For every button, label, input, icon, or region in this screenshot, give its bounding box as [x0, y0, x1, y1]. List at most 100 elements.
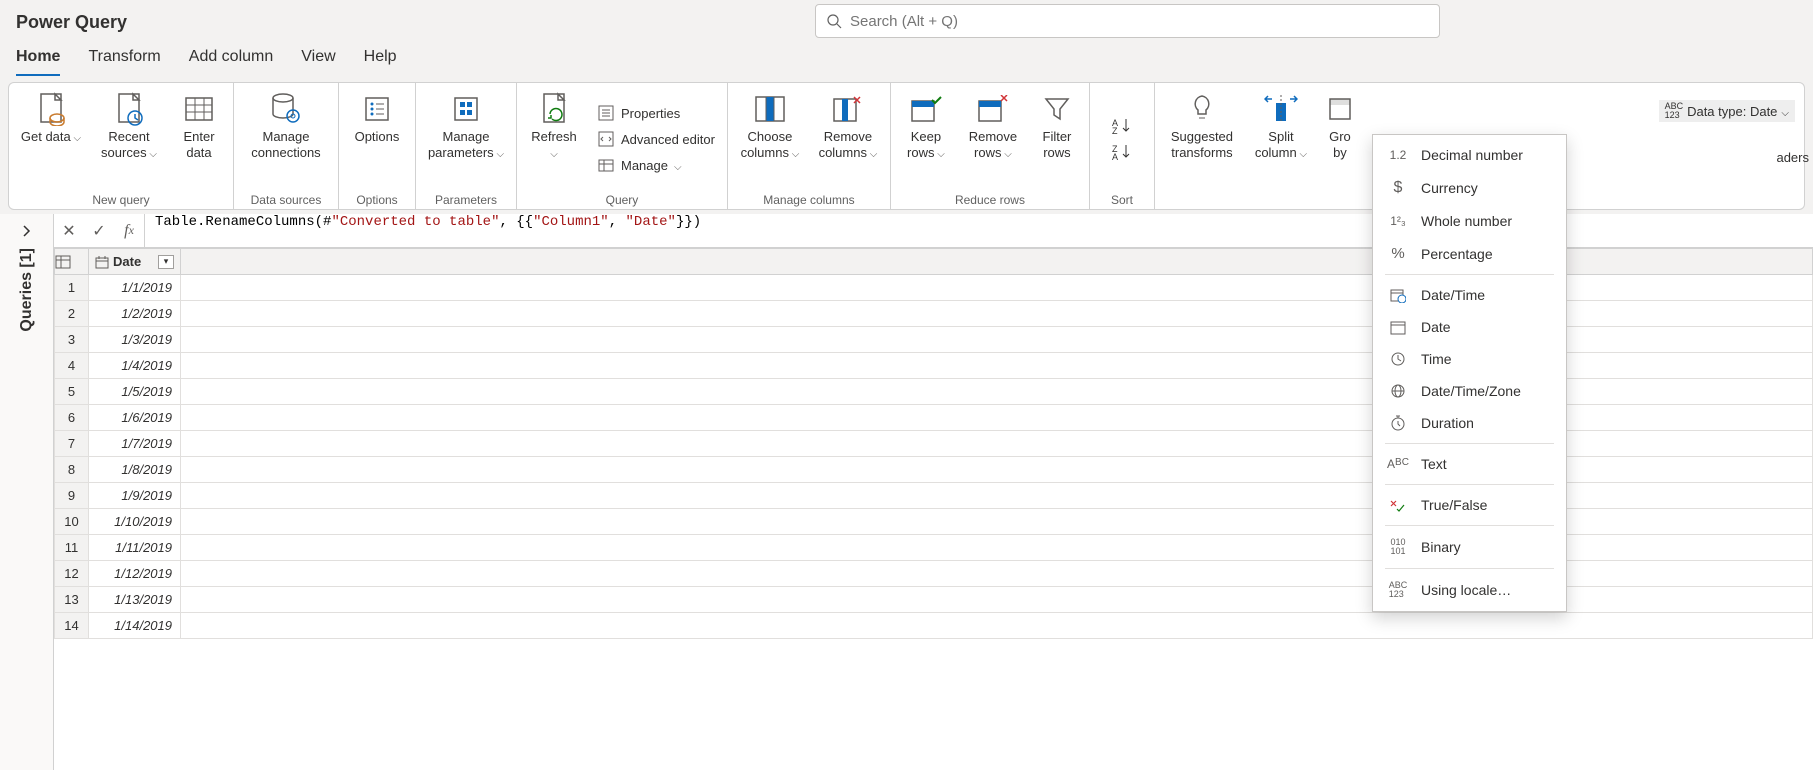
date-cell[interactable]: 1/4/2019	[89, 353, 181, 379]
row-header[interactable]: 11	[55, 535, 89, 561]
search-icon	[826, 13, 842, 29]
properties-button[interactable]: Properties	[591, 101, 721, 125]
row-header[interactable]: 4	[55, 353, 89, 379]
sort-desc-button[interactable]: ZA	[1106, 140, 1138, 164]
type-percentage[interactable]: %Percentage	[1373, 237, 1566, 270]
type-currency[interactable]: $Currency	[1373, 171, 1566, 205]
options-button[interactable]: Options	[345, 87, 409, 191]
data-type-button[interactable]: ABC123 Data type: Date	[1659, 100, 1795, 122]
type-time[interactable]: Time	[1373, 343, 1566, 375]
split-column-button[interactable]: Split column	[1249, 87, 1313, 207]
duration-icon	[1387, 415, 1409, 431]
date-cell[interactable]: 1/5/2019	[89, 379, 181, 405]
manage-connections-button[interactable]: Manage connections	[240, 87, 332, 191]
row-header[interactable]: 7	[55, 431, 89, 457]
options-icon	[363, 95, 391, 123]
row-header[interactable]: 9	[55, 483, 89, 509]
table-row[interactable]: 141/14/2019	[55, 613, 1813, 639]
tab-transform[interactable]: Transform	[88, 48, 160, 76]
remove-rows-button[interactable]: Remove rows	[961, 87, 1025, 191]
advanced-editor-button[interactable]: Advanced editor	[591, 127, 721, 151]
date-cell[interactable]: 1/14/2019	[89, 613, 181, 639]
filter-icon	[1044, 95, 1070, 123]
column-header-date[interactable]: Date ▾	[89, 249, 181, 275]
manage-icon	[597, 156, 615, 174]
row-header[interactable]: 3	[55, 327, 89, 353]
keep-rows-button[interactable]: Keep rows	[897, 87, 955, 191]
date-cell[interactable]: 1/2/2019	[89, 301, 181, 327]
type-text[interactable]: ABCText	[1373, 448, 1566, 480]
remove-columns-button[interactable]: Remove columns	[812, 87, 884, 191]
row-header[interactable]: 1	[55, 275, 89, 301]
formula-cancel-button[interactable]: ✕	[54, 214, 84, 247]
row-header[interactable]: 6	[55, 405, 89, 431]
date-cell[interactable]: 1/8/2019	[89, 457, 181, 483]
date-cell[interactable]: 1/3/2019	[89, 327, 181, 353]
manage-button[interactable]: Manage	[591, 153, 721, 177]
lightbulb-icon	[1190, 94, 1214, 124]
filter-rows-button[interactable]: Filter rows	[1031, 87, 1083, 191]
tab-help[interactable]: Help	[364, 48, 397, 76]
menu-separator	[1385, 484, 1554, 485]
tab-view[interactable]: View	[301, 48, 335, 76]
manage-parameters-button[interactable]: Manage parameters	[422, 87, 510, 191]
date-cell[interactable]: 1/11/2019	[89, 535, 181, 561]
date-cell[interactable]: 1/9/2019	[89, 483, 181, 509]
tab-add-column[interactable]: Add column	[189, 48, 274, 76]
type-locale[interactable]: ABC123Using locale…	[1373, 573, 1566, 607]
type-duration[interactable]: Duration	[1373, 407, 1566, 439]
search-input[interactable]	[850, 13, 1429, 30]
date-cell[interactable]: 1/7/2019	[89, 431, 181, 457]
type-dtz[interactable]: Date/Time/Zone	[1373, 375, 1566, 407]
empty-cell	[181, 431, 1813, 457]
choose-columns-button[interactable]: Choose columns	[734, 87, 806, 191]
date-cell[interactable]: 1/10/2019	[89, 509, 181, 535]
search-box[interactable]	[815, 4, 1440, 38]
row-header[interactable]: 8	[55, 457, 89, 483]
sort-asc-button[interactable]: AZ	[1106, 114, 1138, 138]
queries-pane-label[interactable]: Queries [1]	[18, 248, 36, 332]
formula-tok-1: Table.RenameColumns(#	[155, 214, 331, 230]
manage-connections-label: Manage connections	[242, 129, 330, 160]
type-binary[interactable]: 010101Binary	[1373, 530, 1566, 564]
datatype-dropdown: 1.2Decimal number $Currency 1²₃Whole num…	[1372, 134, 1567, 612]
type-percentage-label: Percentage	[1421, 246, 1493, 262]
suggested-transforms-button[interactable]: Suggested transforms	[1161, 87, 1243, 207]
type-date[interactable]: Date	[1373, 311, 1566, 343]
formula-commit-button[interactable]: ✓	[84, 214, 114, 247]
date-cell[interactable]: 1/6/2019	[89, 405, 181, 431]
group-manage-columns: Choose columns Remove columns Manage col…	[728, 83, 891, 209]
tab-home[interactable]: Home	[16, 48, 60, 76]
type-bool[interactable]: True/False	[1373, 489, 1566, 521]
type-decimal[interactable]: 1.2Decimal number	[1373, 139, 1566, 171]
row-header[interactable]: 14	[55, 613, 89, 639]
group-by-button[interactable]: Groby	[1319, 87, 1361, 207]
row-header[interactable]: 10	[55, 509, 89, 535]
data-type-label: Data type: Date	[1687, 104, 1777, 119]
date-cell[interactable]: 1/13/2019	[89, 587, 181, 613]
expand-pane-icon[interactable]	[20, 224, 34, 238]
advanced-editor-label: Advanced editor	[621, 132, 715, 147]
app-title: Power Query	[16, 12, 127, 33]
row-header[interactable]: 13	[55, 587, 89, 613]
recent-sources-label: Recent sources	[101, 129, 150, 160]
row-header[interactable]: 5	[55, 379, 89, 405]
formula-tok-2: "Converted to table"	[331, 214, 499, 230]
row-header[interactable]: 2	[55, 301, 89, 327]
refresh-button[interactable]: Refresh	[523, 87, 585, 191]
column-filter-button[interactable]: ▾	[158, 255, 174, 269]
get-data-button[interactable]: Get data	[15, 87, 87, 191]
datetime-icon	[1387, 287, 1409, 303]
properties-label: Properties	[621, 106, 680, 121]
date-cell[interactable]: 1/12/2019	[89, 561, 181, 587]
date-cell[interactable]: 1/1/2019	[89, 275, 181, 301]
type-whole[interactable]: 1²₃Whole number	[1373, 205, 1566, 237]
fx-icon[interactable]: fx	[114, 214, 144, 247]
time-icon	[1387, 351, 1409, 367]
type-datetime[interactable]: Date/Time	[1373, 279, 1566, 311]
row-header[interactable]: 12	[55, 561, 89, 587]
recent-sources-button[interactable]: Recent sources	[93, 87, 165, 191]
corner-cell[interactable]	[55, 249, 89, 275]
enter-data-button[interactable]: Enter data	[171, 87, 227, 191]
advanced-editor-icon	[597, 130, 615, 148]
